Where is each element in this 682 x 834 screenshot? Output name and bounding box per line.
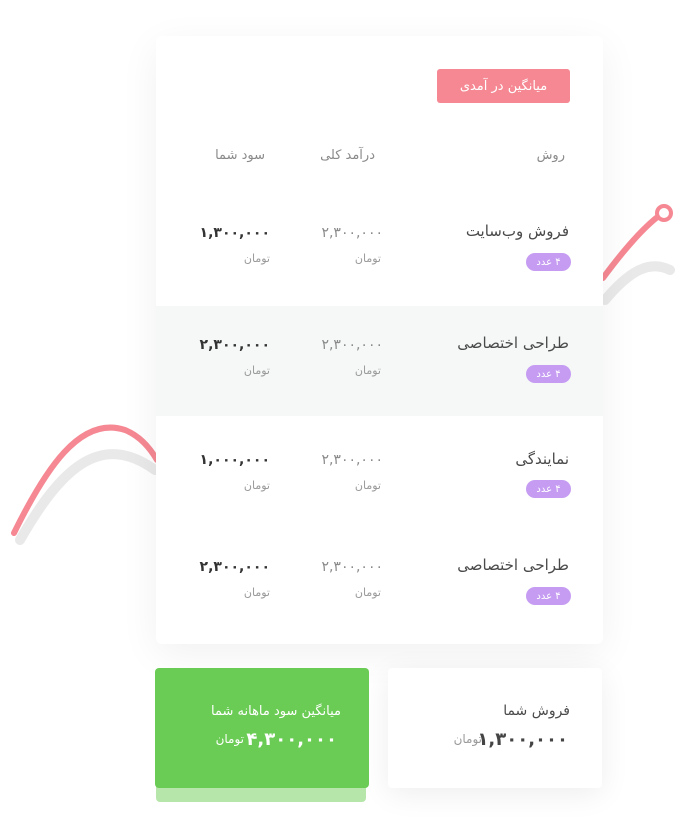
row-total: ۲,۳۰۰,۰۰۰ [321,337,383,353]
row-total-unit: تومان [354,252,381,265]
profit-value: ۴,۳۰۰,۰۰۰ [246,729,337,750]
row-profit: ۱,۰۰۰,۰۰۰ [199,452,270,468]
table-row: طراحی اختصاصی ۴ عدد ۲,۳۰۰,۰۰۰ تومان ۲,۳۰… [156,306,603,416]
profit-title: میانگین سود ماهانه شما [211,704,341,719]
sales-unit: تومان [453,732,482,746]
row-profit: ۲,۳۰۰,۰۰۰ [199,559,270,575]
row-total: ۲,۳۰۰,۰۰۰ [321,452,383,468]
table-row: طراحی اختصاصی ۴ عدد ۲,۳۰۰,۰۰۰ تومان ۲,۳۰… [156,526,603,636]
row-method: طراحی اختصاصی [457,556,569,574]
profit-unit: تومان [215,732,244,746]
count-badge: ۴ عدد [526,365,571,383]
row-total: ۲,۳۰۰,۰۰۰ [321,225,383,241]
header-total-income: درآمد کلی [320,148,375,163]
row-total-unit: تومان [354,586,381,599]
row-profit-unit: تومان [243,364,270,377]
row-method: طراحی اختصاصی [457,334,569,352]
row-total-unit: تومان [354,364,381,377]
wave-end-dot [655,204,673,222]
income-table-card: میانگین در آمدی روش درآمد کلی سود شما فر… [156,36,603,644]
row-profit-unit: تومان [243,479,270,492]
sales-value: ۱,۳۰۰,۰۰۰ [477,729,568,750]
row-method: فروش وب‌سایت [465,222,569,240]
income-widget: میانگین در آمدی روش درآمد کلی سود شما فر… [0,0,682,834]
average-income-badge[interactable]: میانگین در آمدی [437,69,570,103]
header-method: روش [536,148,565,163]
monthly-profit-card: میانگین سود ماهانه شما ۴,۳۰۰,۰۰۰ تومان [155,668,369,788]
row-method: نمایندگی [515,450,569,468]
count-badge: ۴ عدد [526,587,571,605]
row-profit-unit: تومان [243,586,270,599]
header-your-profit: سود شما [215,148,265,163]
row-profit: ۲,۳۰۰,۰۰۰ [199,337,270,353]
sales-title: فروش شما [503,703,570,719]
table-row: نمایندگی ۴ عدد ۲,۳۰۰,۰۰۰ تومان ۱,۰۰۰,۰۰۰… [156,416,603,526]
count-badge: ۴ عدد [526,480,571,498]
row-total: ۲,۳۰۰,۰۰۰ [321,559,383,575]
count-badge: ۴ عدد [526,253,571,271]
row-profit-unit: تومان [243,252,270,265]
table-row: فروش وب‌سایت ۴ عدد ۲,۳۰۰,۰۰۰ تومان ۱,۳۰۰… [156,196,603,306]
row-total-unit: تومان [354,479,381,492]
row-profit: ۱,۳۰۰,۰۰۰ [199,225,270,241]
your-sales-card: فروش شما ۱,۳۰۰,۰۰۰ تومان [388,668,602,788]
